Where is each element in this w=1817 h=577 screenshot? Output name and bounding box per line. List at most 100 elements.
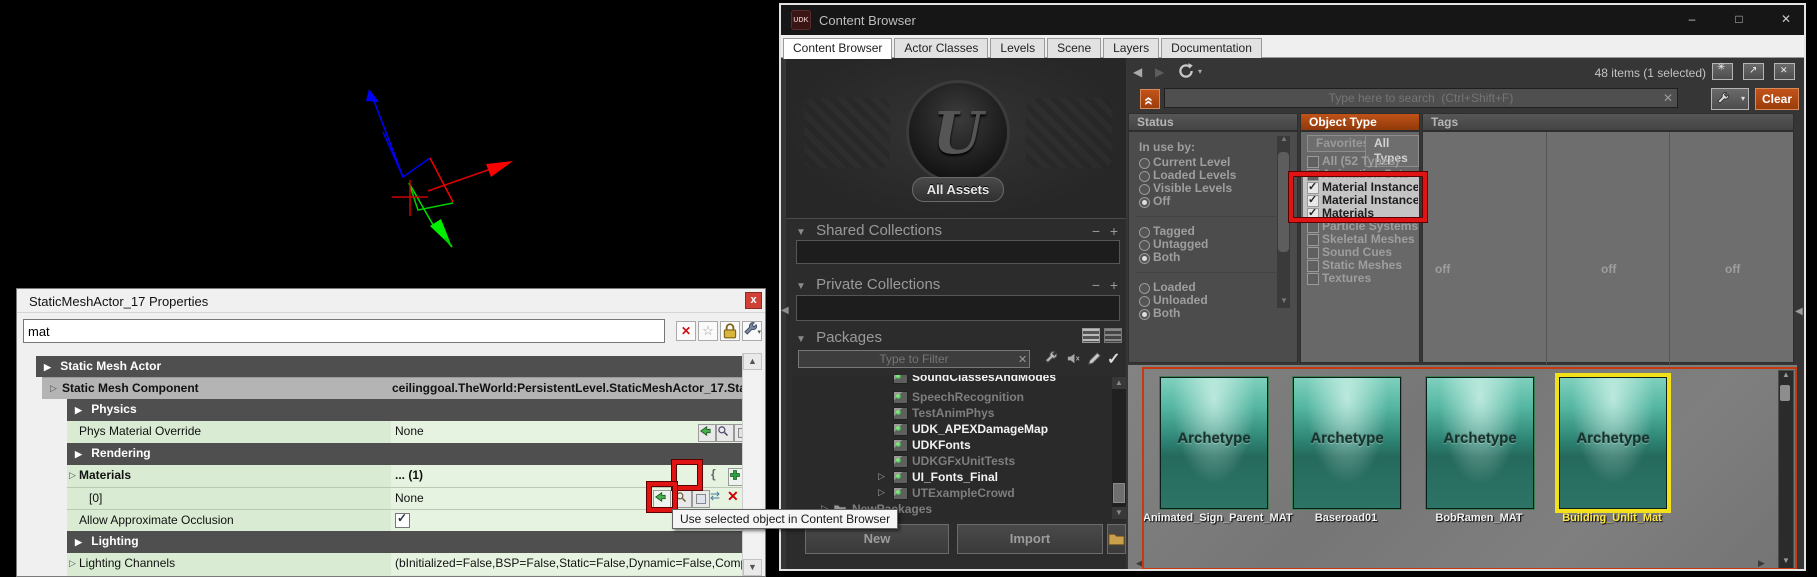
tag-group-state[interactable]: off bbox=[1601, 262, 1616, 276]
filter-wrench-icon[interactable] bbox=[1044, 351, 1059, 366]
float-window-icon[interactable]: ↗ bbox=[1743, 63, 1764, 80]
refresh-icon[interactable] bbox=[1177, 62, 1195, 80]
radio-unloaded[interactable] bbox=[1139, 296, 1150, 307]
scroll-down-icon[interactable]: ▼ bbox=[1112, 507, 1126, 519]
filter-status-header[interactable]: Status bbox=[1128, 113, 1298, 131]
private-collections-header[interactable]: ▼ Private Collections bbox=[796, 276, 940, 293]
refresh-dropdown-icon[interactable]: ▾ bbox=[1198, 67, 1202, 76]
checkbox-particle-systems[interactable] bbox=[1307, 221, 1319, 233]
row-materials[interactable]: ▷ Materials ... (1) { bbox=[67, 465, 742, 487]
radio-load-both[interactable] bbox=[1139, 309, 1150, 320]
rename-pencil-icon[interactable] bbox=[1087, 351, 1102, 366]
close-icon[interactable]: ✕ bbox=[1774, 11, 1798, 29]
radio-loaded-levels[interactable] bbox=[1139, 171, 1150, 182]
history-back-icon[interactable]: ◀ bbox=[1133, 65, 1142, 79]
tab-levels[interactable]: Levels bbox=[990, 38, 1045, 58]
radio-off[interactable] bbox=[1139, 197, 1150, 208]
clear-value-icon[interactable] bbox=[692, 490, 710, 508]
tab-layers[interactable]: Layers bbox=[1103, 38, 1159, 58]
all-assets-button[interactable]: All Assets bbox=[912, 177, 1004, 202]
filter-object-type-header[interactable]: Object Type bbox=[1300, 113, 1420, 131]
radio-tag-both[interactable] bbox=[1139, 253, 1150, 264]
row-material-element-0[interactable]: [0] None ⇄ ✕ bbox=[67, 487, 742, 509]
checkbox-skeletal-meshes[interactable] bbox=[1307, 234, 1319, 246]
add-collection-button[interactable]: + bbox=[1107, 223, 1121, 239]
lock-icon[interactable] bbox=[720, 321, 740, 341]
close-pane-icon[interactable]: ✕ bbox=[1774, 63, 1795, 80]
packages-header[interactable]: ▼ Packages bbox=[796, 329, 882, 346]
properties-search-input[interactable] bbox=[23, 319, 665, 343]
section-rendering[interactable]: ▶ Rendering bbox=[67, 443, 742, 465]
open-folder-button[interactable] bbox=[1107, 524, 1126, 554]
collapse-filter-panel-icon[interactable]: ◀ bbox=[1795, 306, 1803, 317]
section-static-mesh-actor[interactable]: ▶ Static Mesh Actor bbox=[36, 356, 742, 377]
tag-group-state[interactable]: off bbox=[1725, 262, 1740, 276]
package-tree[interactable]: SoundClassesAndModes SpeechRecognition T… bbox=[792, 375, 1124, 521]
package-filter-input[interactable] bbox=[798, 350, 1030, 368]
maximize-icon[interactable]: □ bbox=[1727, 11, 1751, 29]
checkbox-static-meshes[interactable] bbox=[1307, 260, 1319, 272]
tab-content-browser[interactable]: Content Browser bbox=[783, 38, 892, 59]
clear-filter-icon[interactable]: ✕ bbox=[1018, 353, 1027, 366]
collapse-left-panel-icon[interactable]: ◀ bbox=[781, 305, 789, 316]
checkbox-checked[interactable]: ✓ bbox=[395, 513, 410, 528]
filter-tags-header[interactable]: Tags bbox=[1422, 113, 1794, 131]
checkbox-textures[interactable] bbox=[1307, 273, 1319, 285]
package-tree-scrollbar[interactable]: ▲ ▼ bbox=[1112, 377, 1126, 519]
collapse-brace-icon[interactable]: { bbox=[711, 467, 716, 481]
close-icon[interactable]: x bbox=[745, 292, 762, 309]
tag-group-state[interactable]: off bbox=[1435, 262, 1450, 276]
radio-untagged[interactable] bbox=[1139, 240, 1150, 251]
row-phys-material-override[interactable]: Phys Material Override None bbox=[67, 421, 742, 443]
expand-arrow-icon[interactable]: ▷ bbox=[878, 471, 885, 482]
detail-view-icon[interactable] bbox=[1104, 328, 1122, 343]
status-scrollbar[interactable]: ▲ ▼ bbox=[1277, 136, 1290, 308]
expand-filter-chevrons-button[interactable]: » bbox=[1140, 89, 1160, 109]
row-lighting-channels[interactable]: ▷ Lighting Channels (bInitialized=False,… bbox=[67, 553, 742, 575]
radio-loaded[interactable] bbox=[1139, 283, 1150, 294]
minimize-icon[interactable]: – bbox=[1680, 11, 1704, 29]
private-collections-list[interactable] bbox=[796, 295, 1120, 321]
clear-search-text-icon[interactable]: ✕ bbox=[1663, 91, 1673, 105]
row-allow-approximate-occlusion[interactable]: Allow Approximate Occlusion ✓ bbox=[67, 509, 742, 531]
scroll-down-icon[interactable]: ▼ bbox=[743, 559, 762, 576]
section-physics[interactable]: ▶ Physics bbox=[67, 399, 742, 421]
search-options-button[interactable]: ▾ bbox=[1711, 88, 1749, 110]
radio-tagged[interactable] bbox=[1139, 227, 1150, 238]
use-selected-icon[interactable] bbox=[698, 424, 716, 442]
checkbox-sound-cues[interactable] bbox=[1307, 247, 1319, 259]
add-collection-button[interactable]: + bbox=[1107, 277, 1121, 293]
checkbox-all-types[interactable] bbox=[1307, 156, 1319, 168]
remove-collection-button[interactable]: − bbox=[1089, 223, 1103, 239]
content-browser-titlebar[interactable]: UDK Content Browser – □ ✕ bbox=[781, 5, 1804, 35]
radio-visible-levels[interactable] bbox=[1139, 184, 1150, 195]
scroll-up-icon[interactable]: ▲ bbox=[1112, 377, 1126, 389]
confirm-check-icon[interactable]: ✓ bbox=[1107, 349, 1120, 369]
delete-icon[interactable]: ✕ bbox=[727, 488, 739, 505]
tab-actor-classes[interactable]: Actor Classes bbox=[894, 38, 988, 58]
properties-titlebar[interactable]: StaticMeshActor_17 Properties bbox=[17, 289, 765, 313]
import-button[interactable]: Import bbox=[957, 524, 1103, 554]
tab-scene[interactable]: Scene bbox=[1047, 38, 1101, 58]
search-input[interactable] bbox=[1164, 88, 1678, 108]
scroll-up-icon[interactable]: ▲ bbox=[743, 353, 762, 370]
history-forward-icon[interactable]: ▶ bbox=[1155, 65, 1164, 79]
shared-collections-header[interactable]: ▼ Shared Collections bbox=[796, 222, 942, 239]
section-lighting[interactable]: ▶ Lighting bbox=[67, 531, 742, 553]
mute-speaker-icon[interactable] bbox=[1066, 351, 1081, 366]
options-wrench-icon[interactable]: ▾ bbox=[742, 321, 762, 341]
shared-collections-list[interactable] bbox=[796, 240, 1120, 264]
list-view-icon[interactable] bbox=[1082, 328, 1100, 343]
find-icon[interactable] bbox=[716, 424, 734, 442]
clear-search-icon[interactable]: ✕ bbox=[676, 321, 696, 341]
duplicate-icon[interactable]: ⇄ bbox=[710, 489, 720, 503]
remove-collection-button[interactable]: − bbox=[1089, 277, 1103, 293]
row-static-mesh-component[interactable]: ▷ Static Mesh Component ceilinggoal.TheW… bbox=[42, 377, 742, 399]
clear-filters-button[interactable]: Clear bbox=[1755, 88, 1799, 110]
tab-documentation[interactable]: Documentation bbox=[1161, 38, 1262, 58]
properties-scrollbar[interactable]: ▲ ▼ bbox=[742, 353, 761, 577]
favorites-star-icon[interactable]: ☆ bbox=[698, 321, 718, 341]
scroll-thumb[interactable] bbox=[1113, 483, 1125, 503]
new-browser-window-icon[interactable]: ✳ bbox=[1712, 63, 1733, 80]
radio-current-level[interactable] bbox=[1139, 158, 1150, 169]
